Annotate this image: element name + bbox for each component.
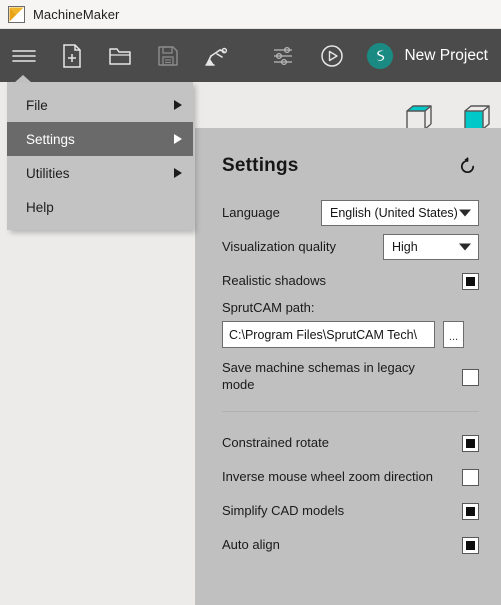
chevron-right-icon xyxy=(174,134,182,144)
menu-item-help[interactable]: Help xyxy=(7,190,193,224)
reset-arrow-icon xyxy=(460,156,474,173)
settings-rows: Language English (United States) Visuali… xyxy=(195,178,501,560)
menu-item-utilities[interactable]: Utilities xyxy=(7,156,193,190)
folder-open-icon xyxy=(109,47,131,65)
run-button[interactable] xyxy=(308,29,356,82)
setting-row-auto-align: Auto align xyxy=(222,530,479,560)
inverse-zoom-checkbox[interactable] xyxy=(462,468,479,486)
sprutcam-button[interactable] xyxy=(356,29,404,82)
constrained-rotate-label: Constrained rotate xyxy=(222,434,329,450)
reset-settings-button[interactable] xyxy=(455,154,479,178)
sprutcam-path-row: ... xyxy=(222,321,479,348)
language-value: English (United States) xyxy=(330,206,458,220)
save-button[interactable] xyxy=(144,29,192,82)
inverse-zoom-label: Inverse mouse wheel zoom direction xyxy=(222,468,433,484)
menu-item-label: Settings xyxy=(26,131,75,147)
checkbox-mark-icon xyxy=(466,506,475,516)
auto-align-label: Auto align xyxy=(222,536,280,552)
menu-item-label: Help xyxy=(26,199,54,215)
visualization-quality-value: High xyxy=(392,240,418,254)
visualization-quality-label: Visualization quality xyxy=(222,238,336,254)
project-name-label: New Project xyxy=(404,46,488,64)
legacy-schemas-label: Save machine schemas in legacy mode xyxy=(222,360,415,392)
sprutcam-logo-icon xyxy=(367,42,394,69)
checkbox-mark-icon xyxy=(466,540,475,550)
application-window: MachineMaker New Project File Settings U… xyxy=(0,0,501,605)
machinemaker-logo-icon xyxy=(8,5,25,23)
app-title: MachineMaker xyxy=(33,6,120,22)
legacy-schemas-checkbox[interactable] xyxy=(462,368,479,386)
visualization-quality-select[interactable]: High xyxy=(383,234,479,260)
simplify-cad-checkbox[interactable] xyxy=(462,502,479,520)
chevron-down-icon xyxy=(459,209,471,217)
chevron-right-icon xyxy=(174,100,182,110)
setting-row-language: Language English (United States) xyxy=(222,198,479,228)
sliders-icon xyxy=(274,46,293,65)
chevron-down-icon xyxy=(459,243,471,251)
menu-item-settings[interactable]: Settings xyxy=(7,122,193,156)
settings-panel: Settings Language English (United States… xyxy=(195,128,501,605)
realistic-shadows-checkbox[interactable] xyxy=(462,272,479,290)
sprutcam-path-group: SprutCAM path: ... xyxy=(222,300,479,348)
hamburger-icon xyxy=(12,49,36,62)
menu-pointer xyxy=(14,75,32,83)
robot-arm-icon xyxy=(205,47,228,66)
constrained-rotate-checkbox[interactable] xyxy=(462,434,479,452)
setting-row-simplify-cad: Simplify CAD models xyxy=(222,496,479,526)
sprutcam-path-input[interactable] xyxy=(222,321,435,348)
checkbox-mark-icon xyxy=(466,438,475,448)
settings-header: Settings xyxy=(195,128,501,178)
checkbox-mark-icon xyxy=(466,276,475,286)
play-circle-icon xyxy=(321,44,344,67)
realistic-shadows-label: Realistic shadows xyxy=(222,272,327,288)
floppy-disk-icon xyxy=(158,45,178,66)
auto-align-checkbox[interactable] xyxy=(462,536,479,554)
simplify-cad-label: Simplify CAD models xyxy=(222,502,345,518)
main-menu: File Settings Utilities Help xyxy=(7,82,193,230)
sprutcam-path-label: SprutCAM path: xyxy=(222,300,315,315)
setting-row-inverse-zoom: Inverse mouse wheel zoom direction xyxy=(222,462,479,492)
browse-path-button[interactable]: ... xyxy=(443,321,464,348)
language-select[interactable]: English (United States) xyxy=(321,200,479,226)
robot-button[interactable] xyxy=(192,29,240,82)
chevron-right-icon xyxy=(174,168,182,178)
parameters-button[interactable] xyxy=(260,29,308,82)
page-title: Settings xyxy=(222,155,299,176)
main-toolbar: New Project xyxy=(0,29,501,82)
setting-row-legacy-schemas: Save machine schemas in legacy mode xyxy=(222,357,479,397)
language-label: Language xyxy=(222,204,280,220)
setting-row-constrained-rotate: Constrained rotate xyxy=(222,428,479,458)
new-file-button[interactable] xyxy=(48,29,96,82)
menu-item-label: Utilities xyxy=(26,165,70,181)
setting-row-realistic-shadows: Realistic shadows xyxy=(222,266,479,296)
settings-divider xyxy=(222,411,479,412)
title-bar: MachineMaker xyxy=(0,0,501,29)
setting-row-visualization-quality: Visualization quality High xyxy=(222,232,479,262)
open-file-button[interactable] xyxy=(96,29,144,82)
menu-item-file[interactable]: File xyxy=(7,88,193,122)
menu-item-label: File xyxy=(26,97,48,113)
new-document-icon xyxy=(63,43,81,68)
